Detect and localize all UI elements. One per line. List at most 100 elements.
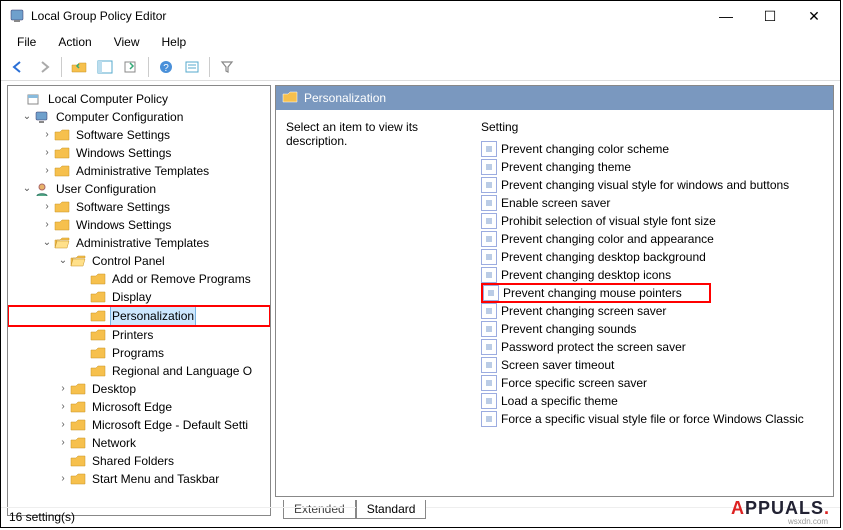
help-button[interactable]: ? [155, 56, 177, 78]
properties-button[interactable] [181, 56, 203, 78]
setting-item[interactable]: Enable screen saver [481, 194, 823, 212]
tree-printers[interactable]: ›Printers [8, 326, 270, 344]
policy-icon [26, 92, 42, 106]
filter-button[interactable] [216, 56, 238, 78]
tree-control-panel[interactable]: ⌄Control Panel [8, 252, 270, 270]
tree-user-configuration[interactable]: ⌄User Configuration [8, 180, 270, 198]
setting-label: Prevent changing desktop icons [501, 268, 671, 282]
watermark-logo: APPUALS. [731, 498, 830, 519]
setting-label: Force a specific visual style file or fo… [501, 412, 804, 426]
setting-item[interactable]: Load a specific theme [481, 392, 823, 410]
tree-computer-configuration[interactable]: ⌄Computer Configuration [8, 108, 270, 126]
menu-action[interactable]: Action [48, 33, 101, 51]
folder-icon [70, 436, 86, 450]
folder-icon [54, 200, 70, 214]
tree-regional-language[interactable]: ›Regional and Language O [8, 362, 270, 380]
setting-label: Prevent changing screen saver [501, 304, 666, 318]
setting-item[interactable]: Screen saver timeout [481, 356, 823, 374]
tree-personalization[interactable]: ›Personalization [8, 306, 270, 326]
tree-uc-windows-settings[interactable]: ›Windows Settings [8, 216, 270, 234]
setting-item[interactable]: Prohibit selection of visual style font … [481, 212, 823, 230]
tree-shared-folders[interactable]: ›Shared Folders [8, 452, 270, 470]
folder-icon [70, 454, 86, 468]
setting-label: Enable screen saver [501, 196, 610, 210]
setting-label: Force specific screen saver [501, 376, 647, 390]
tree-display[interactable]: ›Display [8, 288, 270, 306]
setting-label: Prevent changing color and appearance [501, 232, 714, 246]
tree-cc-windows-settings[interactable]: ›Windows Settings [8, 144, 270, 162]
setting-item[interactable]: Force a specific visual style file or fo… [481, 410, 823, 428]
menu-help[interactable]: Help [152, 33, 197, 51]
policy-setting-icon [481, 411, 497, 427]
tree-pane[interactable]: ▶Local Computer Policy ⌄Computer Configu… [7, 85, 271, 516]
back-button[interactable] [7, 56, 29, 78]
policy-setting-icon [481, 303, 497, 319]
tree-uc-admin-templates[interactable]: ⌄Administrative Templates [8, 234, 270, 252]
tree-network[interactable]: ›Network [8, 434, 270, 452]
maximize-button[interactable]: ☐ [748, 2, 792, 31]
tree-microsoft-edge[interactable]: ›Microsoft Edge [8, 398, 270, 416]
policy-setting-icon [481, 141, 497, 157]
policy-setting-icon [483, 285, 499, 301]
menu-file[interactable]: File [7, 33, 46, 51]
policy-setting-icon [481, 195, 497, 211]
menubar: File Action View Help [1, 31, 840, 53]
folder-icon [90, 290, 106, 304]
minimize-button[interactable]: — [704, 2, 748, 31]
svg-text:?: ? [163, 63, 169, 74]
folder-icon [70, 472, 86, 486]
details-title: Personalization [304, 91, 386, 105]
setting-label: Load a specific theme [501, 394, 618, 408]
setting-item[interactable]: Prevent changing desktop icons [481, 266, 823, 284]
tree-add-remove-programs[interactable]: ›Add or Remove Programs [8, 270, 270, 288]
folder-icon [54, 218, 70, 232]
setting-item[interactable]: Prevent changing desktop background [481, 248, 823, 266]
policy-setting-icon [481, 357, 497, 373]
up-folder-button[interactable] [68, 56, 90, 78]
tree-desktop[interactable]: ›Desktop [8, 380, 270, 398]
user-icon [34, 182, 50, 196]
export-button[interactable] [120, 56, 142, 78]
computer-icon [34, 110, 50, 124]
forward-button[interactable] [33, 56, 55, 78]
settings-column: Setting Prevent changing color scheme Pre… [481, 120, 823, 494]
folder-icon [54, 128, 70, 142]
setting-column-header[interactable]: Setting [481, 120, 823, 140]
setting-item[interactable]: Prevent changing screen saver [481, 302, 823, 320]
close-button[interactable]: ✕ [792, 2, 836, 31]
show-hide-tree-button[interactable] [94, 56, 116, 78]
tree-microsoft-edge-default[interactable]: ›Microsoft Edge - Default Setti [8, 416, 270, 434]
tree-programs[interactable]: ›Programs [8, 344, 270, 362]
tree-start-menu-taskbar[interactable]: ›Start Menu and Taskbar [8, 470, 270, 488]
app-icon [9, 8, 25, 24]
setting-item[interactable]: Prevent changing theme [481, 158, 823, 176]
tree-root[interactable]: ▶Local Computer Policy [8, 90, 270, 108]
setting-label: Password protect the screen saver [501, 340, 686, 354]
titlebar: Local Group Policy Editor — ☐ ✕ [1, 1, 840, 31]
setting-item[interactable]: Prevent changing color scheme [481, 140, 823, 158]
setting-item[interactable]: Prevent changing sounds [481, 320, 823, 338]
tab-standard[interactable]: Standard [356, 500, 427, 519]
setting-item[interactable]: Force specific screen saver [481, 374, 823, 392]
folder-icon [70, 400, 86, 414]
folder-icon [90, 364, 106, 378]
setting-label: Prevent changing theme [501, 160, 631, 174]
setting-label: Prevent changing desktop background [501, 250, 706, 264]
tree-uc-software-settings[interactable]: ›Software Settings [8, 198, 270, 216]
folder-icon [90, 328, 106, 342]
tree-cc-admin-templates[interactable]: ›Administrative Templates [8, 162, 270, 180]
folder-icon [90, 309, 106, 323]
setting-label: Prevent changing sounds [501, 322, 636, 336]
details-pane: Personalization Select an item to view i… [275, 85, 834, 497]
menu-view[interactable]: View [104, 33, 150, 51]
policy-setting-icon [481, 231, 497, 247]
setting-item[interactable]: Prevent changing color and appearance [481, 230, 823, 248]
setting-label: Screen saver timeout [501, 358, 614, 372]
setting-item[interactable]: Prevent changing visual style for window… [481, 176, 823, 194]
policy-setting-icon [481, 159, 497, 175]
tree-cc-software-settings[interactable]: ›Software Settings [8, 126, 270, 144]
setting-item[interactable]: Password protect the screen saver [481, 338, 823, 356]
setting-item[interactable]: Prevent changing mouse pointers [481, 283, 711, 303]
folder-icon [282, 90, 298, 107]
policy-setting-icon [481, 393, 497, 409]
